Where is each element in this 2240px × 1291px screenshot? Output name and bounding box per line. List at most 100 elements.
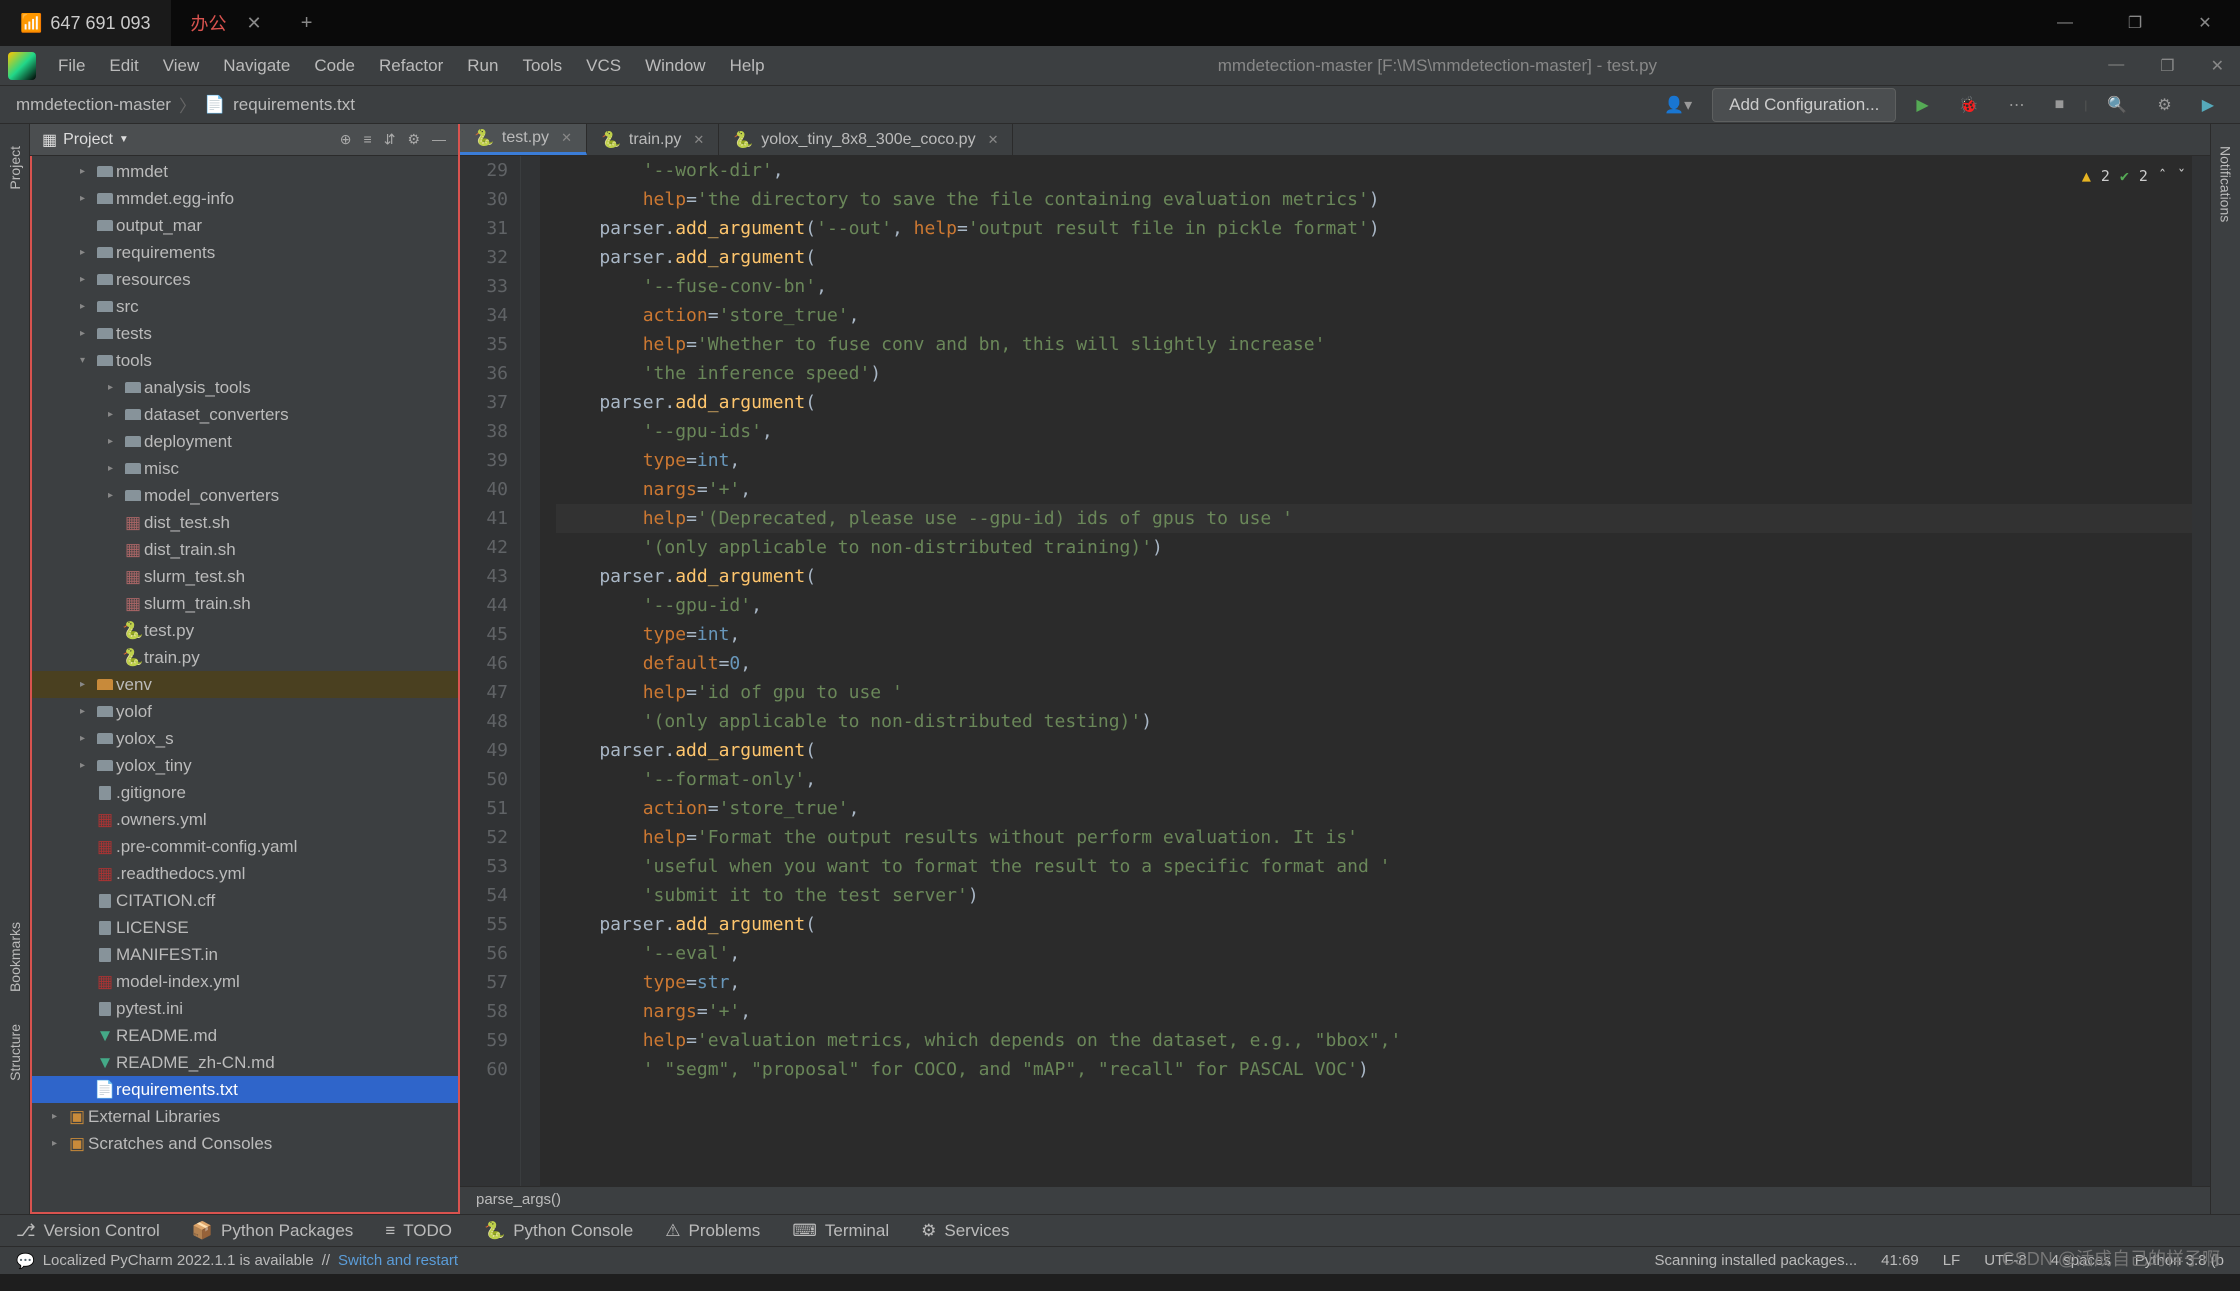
tree-item[interactable]: pytest.ini <box>32 995 458 1022</box>
error-strip[interactable] <box>2192 156 2210 1186</box>
tree-arrow-icon[interactable] <box>80 1030 94 1041</box>
tree-item[interactable]: ▸▣Scratches and Consoles <box>32 1130 458 1157</box>
menu-window[interactable]: Window <box>635 52 715 80</box>
editor-tab[interactable]: 🐍test.py✕ <box>460 124 587 155</box>
breadcrumb-file[interactable]: requirements.txt <box>233 95 355 115</box>
code-editor[interactable]: ▲2 ✔2 ˆ ˇ 293031323334353637383940414243… <box>460 156 2210 1186</box>
menu-navigate[interactable]: Navigate <box>213 52 300 80</box>
chevron-up-icon[interactable]: ˆ <box>2158 162 2167 191</box>
tree-arrow-icon[interactable]: ▸ <box>80 760 94 771</box>
tree-item[interactable]: ▸resources <box>32 266 458 293</box>
tree-item[interactable]: ▸model_converters <box>32 482 458 509</box>
tree-item[interactable]: ▸dataset_converters <box>32 401 458 428</box>
tool-python-packages[interactable]: 📦Python Packages <box>192 1221 353 1241</box>
tree-arrow-icon[interactable] <box>80 220 94 231</box>
tree-arrow-icon[interactable]: ▸ <box>80 274 94 285</box>
tree-arrow-icon[interactable] <box>80 868 94 879</box>
tree-item[interactable]: ▸▣External Libraries <box>32 1103 458 1130</box>
tree-item[interactable]: ▦model-index.yml <box>32 968 458 995</box>
tree-arrow-icon[interactable] <box>108 625 122 636</box>
tree-item[interactable]: ▸mmdet <box>32 158 458 185</box>
tree-arrow-icon[interactable]: ▸ <box>108 382 122 393</box>
tree-item[interactable]: 📄requirements.txt <box>32 1076 458 1103</box>
os-close-button[interactable]: ✕ <box>2170 0 2240 46</box>
ide-maximize-button[interactable]: ❐ <box>2152 52 2182 80</box>
tree-item[interactable]: ▸venv <box>32 671 458 698</box>
tool-services[interactable]: ⚙Services <box>921 1221 1009 1241</box>
tree-item[interactable]: ▸yolox_tiny <box>32 752 458 779</box>
project-tree[interactable]: ▸mmdet▸mmdet.egg-info output_mar▸require… <box>30 156 458 1214</box>
tool-terminal[interactable]: ⌨Terminal <box>792 1221 889 1241</box>
tree-item[interactable]: ▸tests <box>32 320 458 347</box>
user-icon[interactable]: 👤▾ <box>1654 91 1702 119</box>
tree-item[interactable]: ▼README_zh-CN.md <box>32 1049 458 1076</box>
tree-arrow-icon[interactable]: ▸ <box>80 166 94 177</box>
target-icon[interactable]: ⊕ <box>340 131 352 148</box>
tree-arrow-icon[interactable] <box>80 1057 94 1068</box>
close-icon[interactable]: ✕ <box>561 130 572 146</box>
tree-item[interactable]: CITATION.cff <box>32 887 458 914</box>
inspection-widget[interactable]: ▲2 ✔2 ˆ ˇ <box>2082 162 2186 191</box>
more-run-icon[interactable]: ⋯ <box>1999 91 2035 119</box>
tree-arrow-icon[interactable] <box>108 652 122 663</box>
editor-tab[interactable]: 🐍train.py✕ <box>587 124 719 155</box>
tree-item[interactable]: LICENSE <box>32 914 458 941</box>
status-link[interactable]: Switch and restart <box>338 1252 458 1269</box>
menu-edit[interactable]: Edit <box>99 52 148 80</box>
close-icon[interactable]: ✕ <box>247 13 262 34</box>
tree-item[interactable]: ▸mmdet.egg-info <box>32 185 458 212</box>
tree-arrow-icon[interactable]: ▸ <box>80 301 94 312</box>
tree-arrow-icon[interactable]: ▸ <box>80 679 94 690</box>
fold-strip[interactable] <box>520 156 540 1186</box>
tree-arrow-icon[interactable]: ▸ <box>108 436 122 447</box>
collapse-icon[interactable]: ≡ <box>364 131 372 148</box>
left-tab-project[interactable]: Project <box>3 134 27 202</box>
tree-item[interactable]: ▦.readthedocs.yml <box>32 860 458 887</box>
tree-arrow-icon[interactable] <box>80 922 94 933</box>
tool-version-control[interactable]: ⎇Version Control <box>16 1221 160 1241</box>
tree-arrow-icon[interactable]: ▸ <box>80 706 94 717</box>
os-tab-main[interactable]: 📶 647 691 093 <box>0 0 171 46</box>
run-anything-icon[interactable]: ▶ <box>2192 91 2224 119</box>
project-panel-title[interactable]: ▦ Project ▼ <box>42 130 129 150</box>
menu-vcs[interactable]: VCS <box>576 52 631 80</box>
search-icon[interactable]: 🔍 <box>2097 91 2137 119</box>
tree-arrow-icon[interactable] <box>108 571 122 582</box>
tree-arrow-icon[interactable]: ▸ <box>108 463 122 474</box>
tree-arrow-icon[interactable] <box>80 1084 94 1095</box>
tree-arrow-icon[interactable] <box>80 976 94 987</box>
tree-item[interactable]: output_mar <box>32 212 458 239</box>
tree-item[interactable]: MANIFEST.in <box>32 941 458 968</box>
tree-item[interactable]: ▸src <box>32 293 458 320</box>
tool-todo[interactable]: ≡TODO <box>385 1221 452 1241</box>
tree-item[interactable]: ▸requirements <box>32 239 458 266</box>
right-tab-notifications[interactable]: Notifications <box>2214 134 2238 234</box>
code-content[interactable]: '--work-dir', help='the directory to sav… <box>540 156 2192 1186</box>
menu-view[interactable]: View <box>153 52 210 80</box>
hide-icon[interactable]: — <box>432 131 446 148</box>
tree-item[interactable]: ▦slurm_train.sh <box>32 590 458 617</box>
debug-button[interactable]: 🐞 <box>1949 91 1989 119</box>
tool-problems[interactable]: ⚠Problems <box>665 1221 760 1241</box>
tree-arrow-icon[interactable]: ▾ <box>80 355 94 366</box>
run-button[interactable]: ▶ <box>1906 91 1938 119</box>
tree-arrow-icon[interactable] <box>80 814 94 825</box>
os-minimize-button[interactable]: — <box>2030 0 2100 46</box>
new-os-tab[interactable]: + <box>282 0 332 46</box>
menu-tools[interactable]: Tools <box>512 52 572 80</box>
os-tab-office[interactable]: 办公 ✕ <box>171 0 282 46</box>
os-maximize-button[interactable]: ❐ <box>2100 0 2170 46</box>
tree-item[interactable]: ▸yolof <box>32 698 458 725</box>
settings-icon[interactable]: ⚙ <box>2147 91 2181 119</box>
tree-arrow-icon[interactable] <box>80 841 94 852</box>
expand-icon[interactable]: ⇵ <box>384 131 396 148</box>
editor-tab[interactable]: 🐍yolox_tiny_8x8_300e_coco.py✕ <box>719 124 1013 155</box>
tree-item[interactable]: ▸analysis_tools <box>32 374 458 401</box>
tree-arrow-icon[interactable] <box>108 598 122 609</box>
ide-minimize-button[interactable]: — <box>2100 52 2132 80</box>
tree-arrow-icon[interactable]: ▸ <box>80 328 94 339</box>
tree-item[interactable]: ▼README.md <box>32 1022 458 1049</box>
tree-item[interactable]: ▦.pre-commit-config.yaml <box>32 833 458 860</box>
tree-item[interactable]: ▸deployment <box>32 428 458 455</box>
tree-arrow-icon[interactable] <box>80 787 94 798</box>
